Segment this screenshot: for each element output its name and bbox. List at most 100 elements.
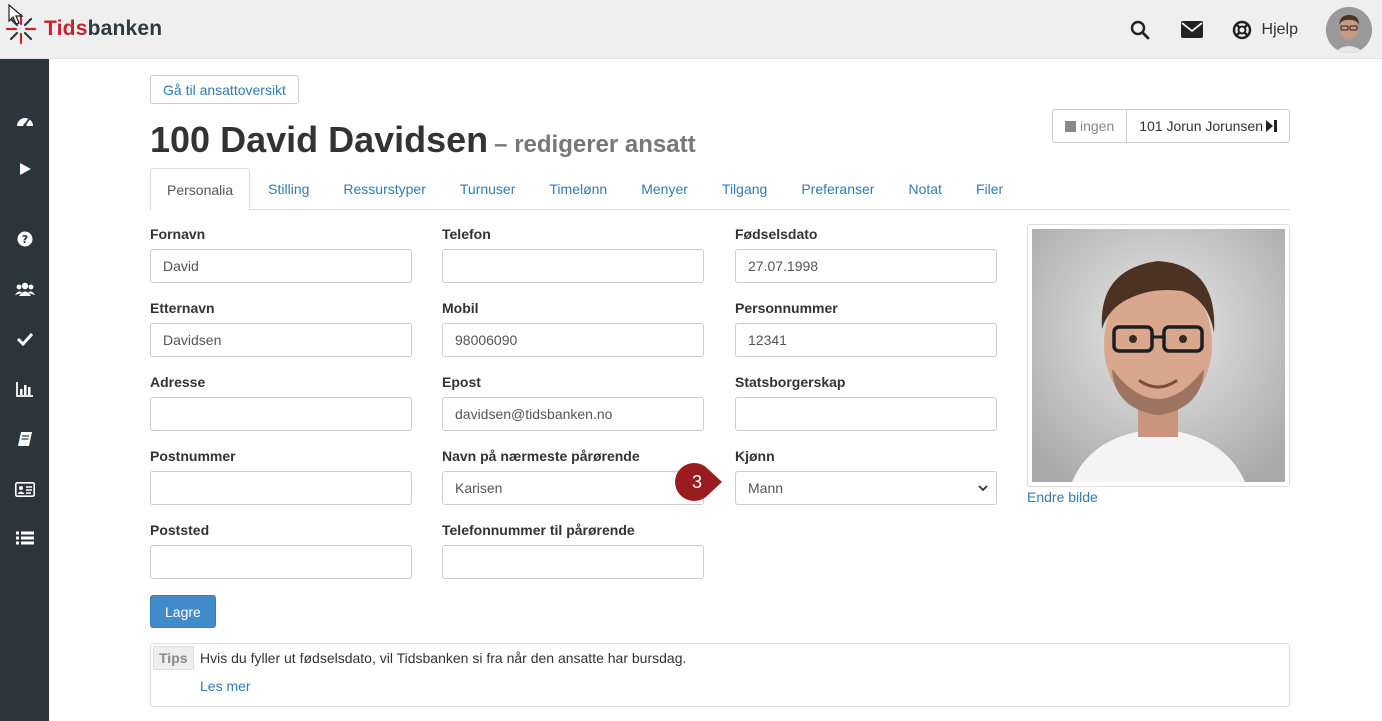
mobil-input[interactable]: 98006090 — [442, 323, 704, 357]
tab-stilling[interactable]: Stilling — [252, 168, 325, 210]
book-icon — [17, 432, 32, 446]
tab-preferanser[interactable]: Preferanser — [785, 168, 890, 210]
top-right-actions: Hjelp — [1128, 0, 1382, 59]
postnummer-input[interactable] — [150, 471, 412, 505]
kjonn-field-group: Kjønn Mann — [735, 448, 997, 505]
step-forward-icon — [1266, 120, 1277, 132]
check-icon — [16, 332, 33, 346]
kjonn-selected-value: Mann — [748, 480, 784, 496]
fodselsdato-field-group: Fødselsdato 27.07.1998 — [735, 226, 997, 283]
telefon-label: Telefon — [442, 226, 491, 242]
etternavn-field-group: Etternavn Davidsen — [150, 300, 412, 357]
poststed-label: Poststed — [150, 522, 210, 538]
mobil-label: Mobil — [442, 300, 479, 316]
back-to-employees-button[interactable]: Gå til ansattoversikt — [150, 75, 299, 104]
tab-notat[interactable]: Notat — [892, 168, 957, 210]
users-icon — [14, 282, 35, 296]
fodselsdato-label: Fødselsdato — [735, 226, 818, 242]
statsborgerskap-label: Statsborgerskap — [735, 374, 846, 390]
tab-menyer[interactable]: Menyer — [625, 168, 704, 210]
prev-employee-button[interactable]: ingen — [1053, 110, 1128, 142]
page-subtitle: – redigerer ansatt — [494, 131, 696, 158]
profile-photo-frame — [1027, 224, 1290, 487]
personnummer-field-group: Personnummer 12341 — [735, 300, 997, 357]
lifebuoy-icon[interactable] — [1230, 18, 1254, 42]
tips-box: Tips Hvis du fyller ut fødselsdato, vil … — [150, 643, 1290, 707]
tips-text: Hvis du fyller ut fødselsdato, vil Tidsb… — [200, 650, 687, 666]
kjonn-select[interactable]: Mann — [735, 471, 997, 505]
sidebar-item-users[interactable] — [0, 274, 49, 304]
employee-navigation: ingen 101 Jorun Jorunsen — [1051, 109, 1290, 143]
statsborgerskap-field-group: Statsborgerskap — [735, 374, 997, 431]
parorende-field-group: Navn på nærmeste pårørende Karisen — [442, 448, 704, 505]
sidebar-item-book[interactable] — [0, 424, 49, 454]
change-photo-link[interactable]: Endre bilde — [1027, 489, 1098, 505]
callout-badge: 3 — [675, 462, 722, 502]
poststed-field-group: Poststed — [150, 522, 412, 579]
logo-text: Tidsbanken — [44, 17, 163, 40]
employee-tabs: Personalia Stilling Ressurstyper Turnuse… — [150, 168, 1290, 211]
save-button[interactable]: Lagre — [150, 595, 216, 628]
search-icon[interactable] — [1128, 18, 1152, 42]
tab-filer[interactable]: Filer — [960, 168, 1019, 210]
fornavn-input[interactable]: David — [150, 249, 412, 283]
read-more-link[interactable]: Les mer — [200, 678, 251, 694]
personnummer-label: Personnummer — [735, 300, 838, 316]
sidebar-item-dashboard[interactable] — [0, 105, 49, 135]
tab-personalia[interactable]: Personalia — [150, 168, 251, 211]
page-title: 100 David Davidsen – redigerer ansatt — [150, 119, 696, 160]
help-link[interactable]: Hjelp — [1262, 21, 1298, 39]
sidebar: ? — [0, 59, 49, 721]
postnummer-field-group: Postnummer — [150, 448, 412, 505]
telefon-input[interactable] — [442, 249, 704, 283]
sidebar-item-play[interactable] — [0, 154, 49, 184]
poststed-input[interactable] — [150, 545, 412, 579]
tidsbanken-logo[interactable]: Tidsbanken — [4, 12, 162, 46]
next-employee-button[interactable]: 101 Jorun Jorunsen — [1127, 110, 1289, 142]
sidebar-item-approve[interactable] — [0, 324, 49, 354]
stop-square-icon — [1064, 120, 1076, 132]
adresse-input[interactable] — [150, 397, 412, 431]
sidebar-item-help[interactable]: ? — [0, 224, 49, 254]
profile-photo — [1032, 229, 1285, 482]
mobil-field-group: Mobil 98006090 — [442, 300, 704, 357]
parorende-input[interactable]: Karisen — [442, 471, 704, 505]
personnummer-input[interactable]: 12341 — [735, 323, 997, 357]
parorende-label: Navn på nærmeste pårørende — [442, 448, 640, 464]
user-avatar[interactable] — [1326, 6, 1372, 53]
tab-timelonn[interactable]: Timelønn — [533, 168, 623, 210]
telefon-field-group: Telefon — [442, 226, 704, 283]
fodselsdato-input[interactable]: 27.07.1998 — [735, 249, 997, 283]
sidebar-item-list[interactable] — [0, 523, 49, 553]
envelope-icon[interactable] — [1180, 18, 1204, 42]
callout-number: 3 — [692, 472, 702, 492]
adresse-label: Adresse — [150, 374, 206, 390]
parorende-tlf-field-group: Telefonnummer til pårørende — [442, 522, 704, 579]
fornavn-field-group: Fornavn David — [150, 226, 412, 283]
tab-ressurstyper[interactable]: Ressurstyper — [327, 168, 441, 210]
statsborgerskap-input[interactable] — [735, 397, 997, 431]
etternavn-input[interactable]: Davidsen — [150, 323, 412, 357]
parorende-tlf-label: Telefonnummer til pårørende — [442, 522, 635, 538]
fornavn-label: Fornavn — [150, 226, 206, 242]
epost-label: Epost — [442, 374, 481, 390]
mouse-cursor-icon — [8, 4, 24, 25]
chevron-down-icon — [978, 484, 988, 491]
play-icon — [19, 163, 31, 175]
kjonn-label: Kjønn — [735, 448, 775, 464]
bar-chart-icon — [15, 382, 33, 397]
dashboard-icon — [16, 118, 33, 127]
sidebar-item-employee-card[interactable] — [0, 474, 49, 504]
sidebar-item-reports[interactable] — [0, 374, 49, 404]
tab-turnuser[interactable]: Turnuser — [444, 168, 532, 210]
tab-tilgang[interactable]: Tilgang — [706, 168, 783, 210]
etternavn-label: Etternavn — [150, 300, 215, 316]
top-bar: Tidsbanken Hjelp — [0, 0, 1382, 59]
question-icon: ? — [17, 231, 32, 247]
tips-label: Tips — [153, 646, 194, 670]
epost-field-group: Epost davidsen@tidsbanken.no — [442, 374, 704, 431]
epost-input[interactable]: davidsen@tidsbanken.no — [442, 397, 704, 431]
svg-text:?: ? — [21, 233, 27, 246]
adresse-field-group: Adresse — [150, 374, 412, 431]
parorende-tlf-input[interactable] — [442, 545, 704, 579]
